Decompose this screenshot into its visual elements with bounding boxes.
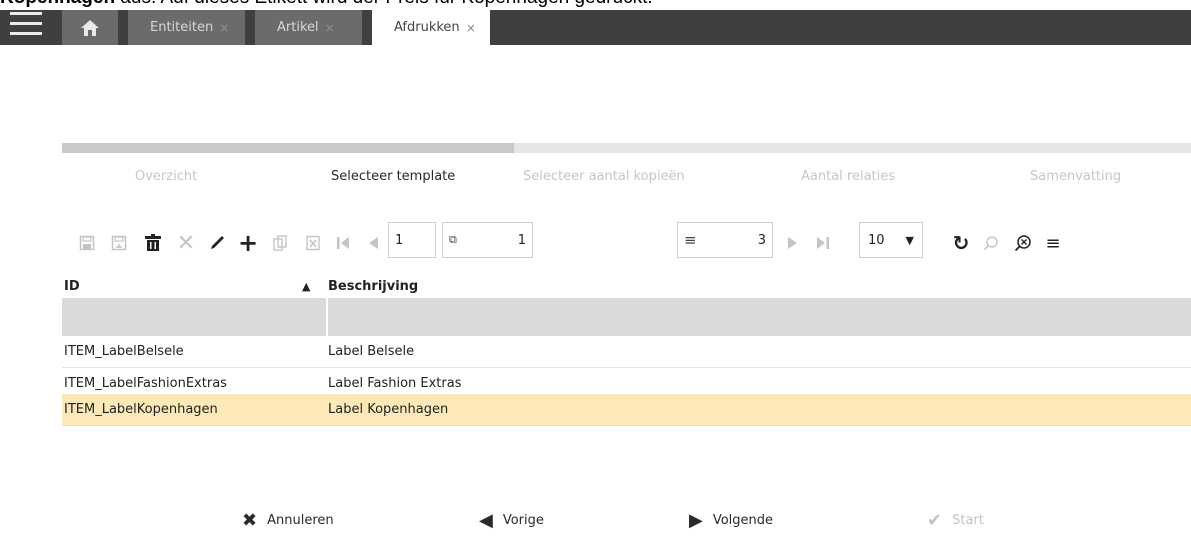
caption-rest: aus. Auf dieses Etikett wird der Preis f… bbox=[115, 0, 652, 8]
arrow-left-icon: ◀ bbox=[479, 510, 493, 531]
edit-pencil-icon[interactable] bbox=[206, 232, 228, 254]
tab-afdrukken[interactable]: Afdrukken × bbox=[372, 10, 490, 45]
cancel-button[interactable]: ✖ Annuleren bbox=[242, 510, 334, 531]
sort-ascending-icon[interactable]: ▲ bbox=[302, 276, 310, 298]
column-menu-icon[interactable]: ≡ bbox=[1042, 232, 1064, 254]
cell-description: Label Fashion Extras bbox=[328, 376, 462, 391]
tab-label: Afdrukken bbox=[394, 20, 460, 35]
page-number-value: 1 bbox=[395, 232, 404, 248]
page-size-value: 10 bbox=[868, 232, 885, 248]
previous-page-icon[interactable] bbox=[362, 232, 384, 254]
cell-id: ITEM_LabelFashionExtras bbox=[64, 376, 227, 391]
export-excel-icon[interactable] bbox=[302, 232, 324, 254]
tab-entiteiten[interactable]: Entiteiten × bbox=[128, 10, 245, 45]
refresh-icon[interactable]: ↻ bbox=[950, 231, 972, 255]
page-size-select[interactable]: 10 ▼ bbox=[859, 222, 923, 258]
column-divider bbox=[326, 298, 328, 336]
record-count-box: ≡ 3 bbox=[677, 222, 773, 258]
cancel-edit-icon[interactable]: ✕ bbox=[175, 231, 197, 256]
grid-toolbar: ✕ + 1 ⧉ 1 ≡ 3 10 ▼ ↻ ≡ bbox=[62, 222, 1191, 264]
last-page-icon[interactable] bbox=[812, 232, 834, 254]
wizard-progress-fill bbox=[62, 143, 514, 153]
column-header-label: Beschrijving bbox=[328, 279, 419, 294]
column-header-label: ID bbox=[64, 279, 80, 294]
top-bar: Entiteiten × Artikel × Afdrukken × bbox=[0, 10, 1191, 45]
step-aantal-relaties: Aantal relaties bbox=[801, 169, 896, 184]
previous-button[interactable]: ◀ Vorige bbox=[479, 510, 544, 531]
page-number-input[interactable]: 1 bbox=[388, 222, 436, 258]
add-icon[interactable]: + bbox=[237, 229, 259, 257]
table-row[interactable]: ITEM_LabelBelsele Label Belsele bbox=[62, 336, 1191, 368]
tab-home[interactable] bbox=[62, 10, 118, 45]
delete-icon[interactable] bbox=[142, 232, 164, 254]
hamburger-menu-icon[interactable] bbox=[10, 10, 42, 45]
arrow-right-icon: ▶ bbox=[689, 510, 703, 531]
close-icon: ✖ bbox=[242, 510, 258, 531]
save-as-icon[interactable] bbox=[108, 232, 130, 254]
search-icon[interactable] bbox=[980, 232, 1002, 254]
tab-artikel[interactable]: Artikel × bbox=[255, 10, 362, 45]
home-icon bbox=[81, 19, 99, 36]
pages-icon: ⧉ bbox=[449, 233, 457, 246]
step-samenvatting: Samenvatting bbox=[1030, 169, 1122, 184]
caption-text: Kopenhagen aus. Auf dieses Etikett wird … bbox=[0, 0, 1191, 10]
caption-bold: Kopenhagen bbox=[0, 0, 115, 8]
column-header-beschrijving[interactable]: Beschrijving bbox=[328, 276, 418, 298]
tab-label: Entiteiten bbox=[150, 20, 214, 35]
cancel-label: Annuleren bbox=[267, 513, 334, 528]
start-label: Start bbox=[952, 513, 984, 528]
tab-close-icon[interactable]: × bbox=[466, 21, 476, 35]
table-row-selected[interactable]: ITEM_LabelKopenhagen Label Kopenhagen bbox=[62, 394, 1191, 426]
step-overzicht: Overzicht bbox=[135, 169, 198, 184]
chevron-down-icon: ▼ bbox=[905, 233, 914, 247]
filter-row[interactable] bbox=[62, 298, 1191, 336]
column-header-id[interactable]: ID bbox=[64, 276, 80, 298]
step-selecteer-template: Selecteer template bbox=[331, 169, 456, 184]
page-count-box: ⧉ 1 bbox=[442, 222, 533, 258]
page-count-value: 1 bbox=[517, 232, 526, 248]
list-icon: ≡ bbox=[684, 231, 697, 249]
next-label: Volgende bbox=[712, 513, 774, 528]
start-button[interactable]: ✔ Start bbox=[927, 510, 984, 531]
cell-description: Label Belsele bbox=[328, 344, 415, 359]
clear-filter-icon[interactable] bbox=[1012, 232, 1034, 254]
cell-description: Label Kopenhagen bbox=[328, 402, 449, 417]
tab-close-icon[interactable]: × bbox=[219, 21, 229, 35]
cell-id: ITEM_LabelKopenhagen bbox=[64, 402, 218, 417]
first-page-icon[interactable] bbox=[332, 232, 354, 254]
tab-close-icon[interactable]: × bbox=[325, 21, 335, 35]
tab-label: Artikel bbox=[277, 20, 319, 35]
next-page-icon[interactable] bbox=[782, 232, 804, 254]
previous-label: Vorige bbox=[502, 513, 544, 528]
copy-icon[interactable] bbox=[269, 232, 291, 254]
record-count-value: 3 bbox=[757, 232, 766, 248]
next-button[interactable]: ▶ Volgende bbox=[689, 510, 773, 531]
wizard-progress-bar bbox=[62, 143, 1191, 153]
cell-id: ITEM_LabelBelsele bbox=[64, 344, 184, 359]
step-selecteer-aantal-kopieen: Selecteer aantal kopieën bbox=[523, 169, 685, 184]
checkmark-icon: ✔ bbox=[927, 510, 943, 531]
save-icon[interactable] bbox=[76, 232, 98, 254]
